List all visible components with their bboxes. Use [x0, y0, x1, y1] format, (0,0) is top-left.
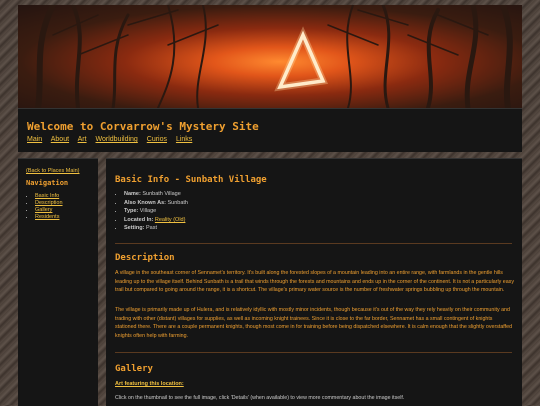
sidebar-heading: Navigation [26, 179, 69, 187]
header-banner-image [18, 5, 522, 108]
sidebar-item-residents[interactable]: Residents [35, 214, 59, 220]
back-to-places-link[interactable]: (Back to Places Main) [26, 168, 80, 174]
section-divider [115, 352, 512, 353]
main-content: Basic Info - Sunbath Village Name: Sunba… [106, 158, 522, 406]
info-row-aka: Also Known As: Sunbath [124, 199, 188, 208]
nav-main-link[interactable]: Main [27, 136, 42, 143]
sidebar-item-basic-info[interactable]: Basic Info [35, 193, 59, 199]
description-paragraph-2: The village is primarily made up of Hule… [115, 307, 513, 339]
info-row-setting: Setting: Past [124, 224, 188, 233]
field-label: Also Known As: [124, 199, 166, 206]
basic-info-heading: Basic Info - Sunbath Village [115, 175, 267, 185]
field-label: Name: [124, 191, 141, 197]
info-row-name: Name: Sunbath Village [124, 190, 188, 199]
field-label: Located In: [124, 216, 154, 223]
section-divider [115, 243, 512, 244]
forest-glowing-triangle-art [35, 5, 513, 108]
top-nav: Main About Art Worldbuilding Curios Link… [27, 136, 199, 143]
nav-worldbuilding-link[interactable]: Worldbuilding [96, 136, 138, 143]
list-item: Residents [35, 214, 63, 221]
basic-info-list: Name: Sunbath Village Also Known As: Sun… [115, 190, 188, 233]
sidebar-nav-list: Basic Info Description Gallery Residents [26, 193, 63, 221]
gallery-subheading-link[interactable]: Art featuring this location: [115, 381, 184, 387]
located-in-link[interactable]: Reality (Old) [155, 217, 186, 223]
field-value: Past [146, 225, 158, 232]
nav-about-link[interactable]: About [51, 136, 69, 143]
nav-art-link[interactable]: Art [78, 136, 87, 143]
field-label: Type: [124, 208, 139, 215]
sidebar-item-gallery[interactable]: Gallery [35, 207, 52, 213]
sidebar: (Back to Places Main) Navigation Basic I… [18, 158, 98, 406]
field-value: Sunbath Village [142, 191, 181, 197]
gallery-note: Click on the thumbnail to see the full i… [115, 395, 405, 401]
field-value: Sunbath [167, 199, 189, 206]
list-item: Basic Info [35, 193, 63, 200]
list-item: Gallery [35, 207, 63, 214]
description-paragraph-1: A village in the southeast corner of Sen… [115, 270, 514, 293]
info-row-located-in: Located In: Reality (Old) [124, 216, 188, 225]
nav-curios-link[interactable]: Curios [147, 136, 167, 143]
list-item: Description [35, 200, 63, 207]
field-value: Village [139, 208, 157, 215]
info-row-type: Type: Village [124, 207, 188, 216]
field-label: Setting: [124, 225, 145, 232]
gallery-heading: Gallery [115, 364, 153, 374]
site-header: Welcome to Corvarrow's Mystery Site Main… [18, 108, 522, 152]
sidebar-item-description[interactable]: Description [35, 200, 63, 206]
site-title: Welcome to Corvarrow's Mystery Site [27, 120, 259, 133]
description-heading: Description [115, 253, 175, 263]
nav-links-link[interactable]: Links [176, 136, 192, 143]
